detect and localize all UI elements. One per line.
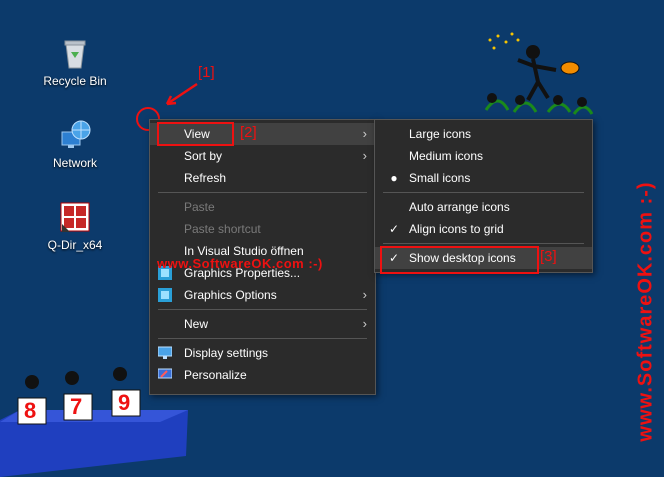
menu-item-small-icons[interactable]: ● Small icons xyxy=(375,167,592,189)
annotation-1: [1] xyxy=(198,64,215,81)
menu-item-align-icons-to-grid[interactable]: ✓ Align icons to grid xyxy=(375,218,592,240)
card-score: 9 xyxy=(118,390,131,415)
menu-item-label: Paste shortcut xyxy=(184,222,261,236)
menu-item-graphics-options[interactable]: Graphics Options › xyxy=(150,284,375,306)
display-icon xyxy=(158,346,172,359)
menu-item-paste-shortcut[interactable]: Paste shortcut xyxy=(150,218,375,240)
menu-separator xyxy=(383,192,584,193)
menu-item-label: Paste xyxy=(184,200,215,214)
menu-separator xyxy=(383,243,584,244)
menu-item-new[interactable]: New › xyxy=(150,313,375,335)
menu-separator xyxy=(158,309,367,310)
menu-item-label: Refresh xyxy=(184,171,227,185)
desktop-icon-recycle-bin[interactable]: Recycle Bin xyxy=(30,36,120,88)
menu-item-label: Small icons xyxy=(409,171,471,185)
menu-item-label: Large icons xyxy=(409,127,472,141)
menu-separator xyxy=(158,338,367,339)
menu-item-label: Align icons to grid xyxy=(409,222,504,236)
desktop-icon-label: Q-Dir_x64 xyxy=(47,238,103,252)
menu-item-label: Display settings xyxy=(184,346,269,360)
menu-separator xyxy=(158,192,367,193)
watermark-side: www.SoftwareOK.com :-) xyxy=(634,150,662,470)
menu-item-refresh[interactable]: Refresh xyxy=(150,167,375,189)
decorative-figure-icon xyxy=(484,32,594,115)
menu-item-label: New xyxy=(184,317,209,331)
watermark-text: www.SoftwareOK.com :-) xyxy=(634,181,657,442)
chevron-right-icon: › xyxy=(362,287,367,302)
annotation-arrow-icon xyxy=(165,82,198,106)
menu-item-medium-icons[interactable]: Medium icons xyxy=(375,145,592,167)
menu-item-paste[interactable]: Paste xyxy=(150,196,375,218)
desktop-icon-label: Recycle Bin xyxy=(43,74,107,88)
chevron-right-icon: › xyxy=(362,148,367,163)
network-icon xyxy=(58,118,92,152)
menu-item-label: Personalize xyxy=(184,368,247,382)
watermark-mid: www.SoftwareOK.com :-) xyxy=(157,256,323,271)
menu-item-sort-by[interactable]: Sort by › xyxy=(150,145,375,167)
menu-item-auto-arrange-icons[interactable]: Auto arrange icons xyxy=(375,196,592,218)
qdir-icon xyxy=(58,200,92,234)
desktop-icon-network[interactable]: Network xyxy=(30,118,120,170)
annotation-3: [3] xyxy=(540,248,557,265)
graphics-icon xyxy=(158,288,172,302)
chevron-right-icon: › xyxy=(362,316,367,331)
card-score: 8 xyxy=(24,398,37,423)
radio-dot-icon: ● xyxy=(390,171,398,185)
highlight-box-show-desktop-icons xyxy=(380,246,539,274)
menu-item-label: Auto arrange icons xyxy=(409,200,510,214)
card-score: 7 xyxy=(70,394,83,419)
chevron-right-icon: › xyxy=(362,126,367,141)
annotation-2: [2] xyxy=(240,124,257,141)
desktop-icon-qdir[interactable]: Q-Dir_x64 xyxy=(30,200,120,252)
menu-item-large-icons[interactable]: Large icons xyxy=(375,123,592,145)
menu-item-label: Medium icons xyxy=(409,149,484,163)
recycle-bin-icon xyxy=(58,36,92,70)
highlight-box-view xyxy=(157,122,234,146)
desktop-icon-label: Network xyxy=(52,156,97,170)
menu-item-label: Graphics Options xyxy=(184,288,277,302)
checkmark-icon: ✓ xyxy=(388,222,400,236)
menu-item-label: Sort by xyxy=(184,149,223,163)
